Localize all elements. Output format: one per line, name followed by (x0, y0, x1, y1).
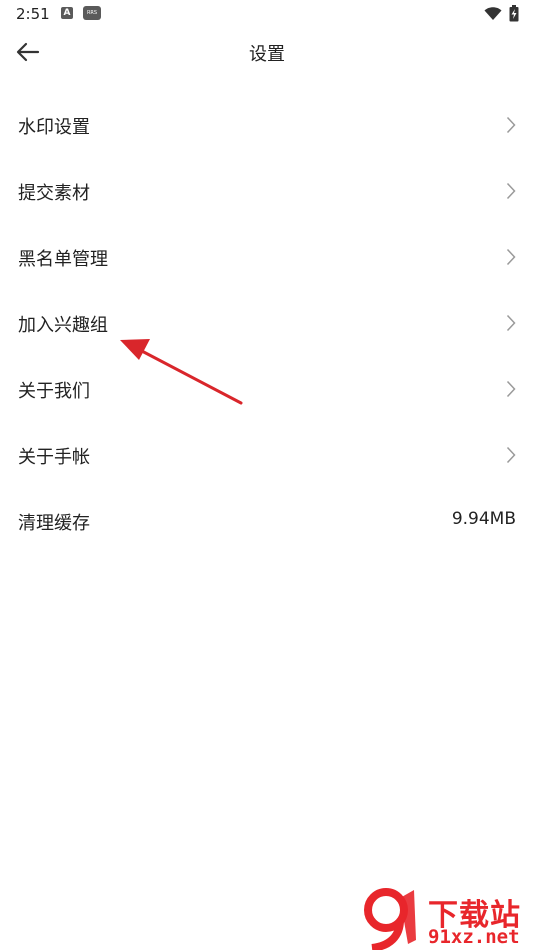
settings-item-label: 黑名单管理 (18, 249, 108, 270)
battery-charging-icon (509, 5, 519, 26)
watermark-brand: 下载站 (428, 898, 521, 933)
cache-size-value: 9.94MB (451, 509, 516, 529)
settings-item-label: 清理缓存 (18, 513, 90, 534)
watermark-9-icon (364, 888, 416, 950)
settings-item-join-interest-group[interactable]: 加入兴趣组 (0, 290, 534, 356)
settings-item-label: 关于手帐 (18, 447, 90, 468)
settings-item-clear-cache[interactable]: 清理缓存 9.94MB (0, 488, 534, 554)
wifi-icon (484, 6, 502, 25)
chevron-right-icon (506, 314, 516, 332)
settings-item-label: 加入兴趣组 (18, 315, 108, 336)
page-title: 设置 (249, 44, 285, 65)
notification-app-icon: RRS (83, 6, 101, 20)
settings-item-label: 关于我们 (18, 381, 90, 402)
settings-item-label: 水印设置 (18, 117, 90, 138)
notification-a-icon: A (61, 7, 73, 19)
settings-item-label: 提交素材 (18, 183, 90, 204)
watermark-url: 91xz.net (428, 926, 520, 948)
settings-item-blacklist[interactable]: 黑名单管理 (0, 224, 534, 290)
watermark-logo: 下载站 91xz.net (364, 888, 534, 950)
settings-item-submit-material[interactable]: 提交素材 (0, 158, 534, 224)
chevron-right-icon (506, 182, 516, 200)
status-bar: 2:51 A RRS (0, 0, 534, 28)
chevron-right-icon (506, 116, 516, 134)
chevron-right-icon (506, 380, 516, 398)
header: 设置 (0, 28, 534, 76)
chevron-right-icon (506, 446, 516, 464)
settings-list: 水印设置 提交素材 黑名单管理 加入兴趣组 关于我们 关于手帐 清理缓存 9.9… (0, 92, 534, 554)
settings-item-watermark[interactable]: 水印设置 (0, 92, 534, 158)
status-time: 2:51 (16, 5, 50, 23)
chevron-right-icon (506, 248, 516, 266)
settings-item-about-us[interactable]: 关于我们 (0, 356, 534, 422)
settings-item-about-journal[interactable]: 关于手帐 (0, 422, 534, 488)
